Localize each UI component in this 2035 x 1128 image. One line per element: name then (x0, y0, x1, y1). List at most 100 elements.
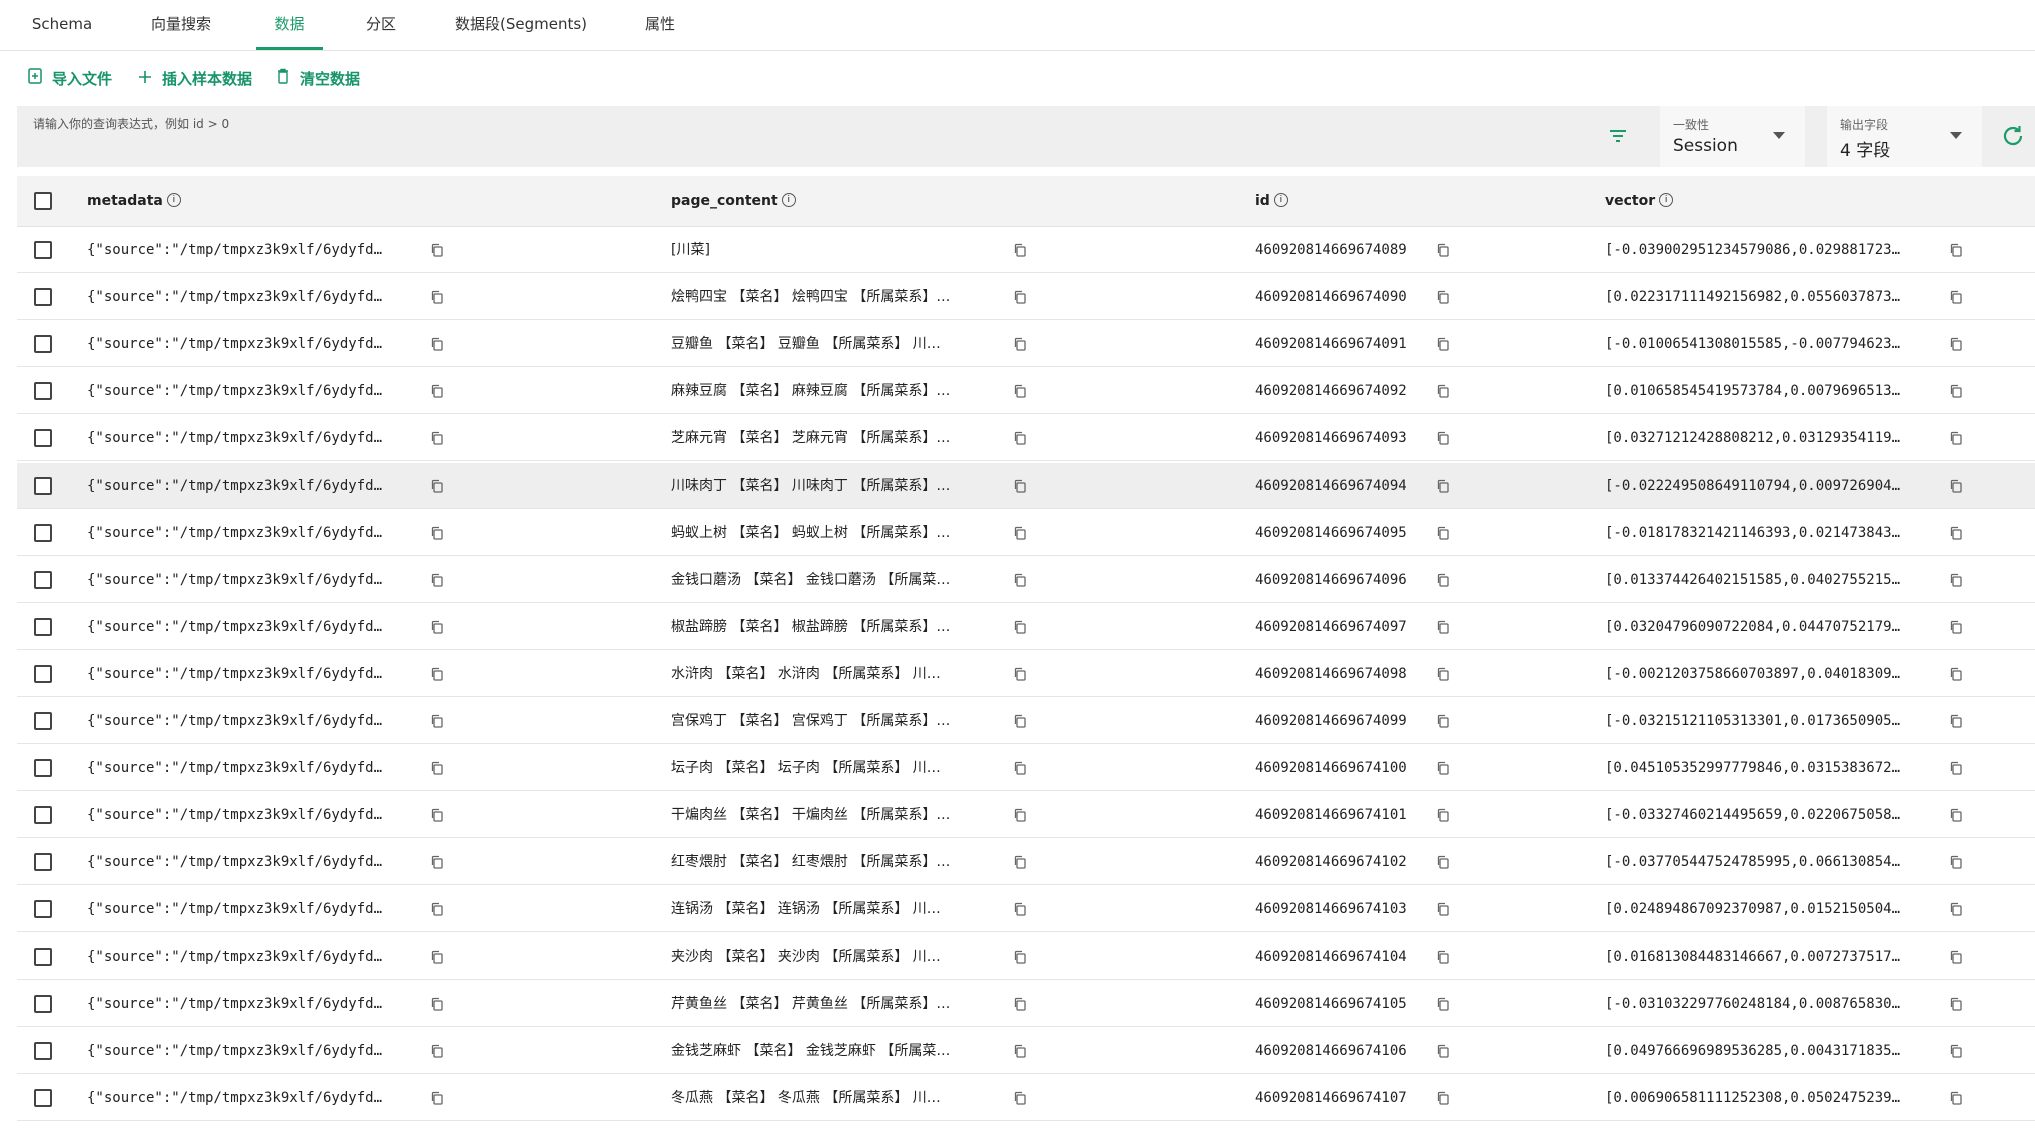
table-row[interactable]: {"source":"/tmp/tmpxz3k9xlf/6ydyfd… 芝麻元宵 … (17, 415, 2035, 461)
copy-icon[interactable] (1436, 713, 1452, 729)
row-checkbox[interactable] (34, 524, 52, 542)
table-row[interactable]: {"source":"/tmp/tmpxz3k9xlf/6ydyfd… 烩鸭四宝 … (17, 274, 2035, 320)
insert-sample-data-button[interactable]: 插入样本数据 (136, 67, 252, 91)
copy-icon[interactable] (1436, 807, 1452, 823)
copy-icon[interactable] (1949, 713, 1965, 729)
copy-icon[interactable] (1436, 666, 1452, 682)
copy-icon[interactable] (430, 478, 446, 494)
table-row[interactable]: {"source":"/tmp/tmpxz3k9xlf/6ydyfd… 豆瓣鱼 【… (17, 321, 2035, 367)
copy-icon[interactable] (1013, 525, 1029, 541)
copy-icon[interactable] (430, 666, 446, 682)
copy-icon[interactable] (1436, 289, 1452, 305)
row-checkbox[interactable] (34, 618, 52, 636)
copy-icon[interactable] (1949, 383, 1965, 399)
copy-icon[interactable] (1013, 854, 1029, 870)
copy-icon[interactable] (1013, 1043, 1029, 1059)
copy-icon[interactable] (1436, 383, 1452, 399)
column-header-page-content[interactable]: page_content i (671, 176, 796, 226)
copy-icon[interactable] (1436, 525, 1452, 541)
row-checkbox[interactable] (34, 1089, 52, 1107)
tab-vector-search[interactable]: 向量搜索 (140, 0, 222, 50)
row-checkbox[interactable] (34, 759, 52, 777)
copy-icon[interactable] (1013, 430, 1029, 446)
copy-icon[interactable] (1949, 807, 1965, 823)
row-checkbox[interactable] (34, 241, 52, 259)
copy-icon[interactable] (430, 949, 446, 965)
copy-icon[interactable] (430, 1090, 446, 1106)
copy-icon[interactable] (430, 289, 446, 305)
copy-icon[interactable] (1436, 760, 1452, 776)
table-row[interactable]: {"source":"/tmp/tmpxz3k9xlf/6ydyfd… 宫保鸡丁 … (17, 698, 2035, 744)
copy-icon[interactable] (430, 336, 446, 352)
row-checkbox[interactable] (34, 665, 52, 683)
row-checkbox[interactable] (34, 995, 52, 1013)
copy-icon[interactable] (1436, 996, 1452, 1012)
refresh-icon[interactable] (2000, 123, 2026, 149)
copy-icon[interactable] (1436, 1090, 1452, 1106)
copy-icon[interactable] (430, 1043, 446, 1059)
column-header-vector[interactable]: vector i (1605, 176, 1674, 226)
import-file-button[interactable]: 导入文件 (26, 67, 112, 91)
copy-icon[interactable] (1013, 336, 1029, 352)
copy-icon[interactable] (1013, 901, 1029, 917)
copy-icon[interactable] (1013, 949, 1029, 965)
copy-icon[interactable] (1013, 807, 1029, 823)
copy-icon[interactable] (1436, 1043, 1452, 1059)
copy-icon[interactable] (1949, 901, 1965, 917)
copy-icon[interactable] (1013, 289, 1029, 305)
clear-data-button[interactable]: 清空数据 (274, 67, 360, 91)
copy-icon[interactable] (1949, 336, 1965, 352)
table-row[interactable]: {"source":"/tmp/tmpxz3k9xlf/6ydyfd… 椒盐蹄膀 … (17, 604, 2035, 650)
copy-icon[interactable] (1949, 242, 1965, 258)
copy-icon[interactable] (1949, 1090, 1965, 1106)
table-row[interactable]: {"source":"/tmp/tmpxz3k9xlf/6ydyfd… 麻辣豆腐 … (17, 368, 2035, 414)
tab-data[interactable]: 数据 (256, 0, 323, 50)
copy-icon[interactable] (1949, 289, 1965, 305)
select-all-checkbox[interactable] (34, 192, 52, 210)
query-expression-input[interactable] (31, 112, 1595, 136)
copy-icon[interactable] (430, 713, 446, 729)
table-row[interactable]: {"source":"/tmp/tmpxz3k9xlf/6ydyfd… [川菜] 4… (17, 227, 2035, 273)
row-checkbox[interactable] (34, 571, 52, 589)
copy-icon[interactable] (1013, 619, 1029, 635)
row-checkbox[interactable] (34, 900, 52, 918)
row-checkbox[interactable] (34, 712, 52, 730)
row-checkbox[interactable] (34, 806, 52, 824)
copy-icon[interactable] (1013, 666, 1029, 682)
row-checkbox[interactable] (34, 382, 52, 400)
copy-icon[interactable] (430, 572, 446, 588)
copy-icon[interactable] (1949, 854, 1965, 870)
copy-icon[interactable] (1013, 383, 1029, 399)
column-header-id[interactable]: id i (1255, 176, 1288, 226)
copy-icon[interactable] (1013, 242, 1029, 258)
copy-icon[interactable] (1013, 478, 1029, 494)
copy-icon[interactable] (1013, 572, 1029, 588)
copy-icon[interactable] (1436, 478, 1452, 494)
row-checkbox[interactable] (34, 477, 52, 495)
copy-icon[interactable] (430, 901, 446, 917)
copy-icon[interactable] (1436, 949, 1452, 965)
table-row[interactable]: {"source":"/tmp/tmpxz3k9xlf/6ydyfd… 川味肉丁 … (17, 463, 2035, 509)
copy-icon[interactable] (1949, 949, 1965, 965)
table-row[interactable]: {"source":"/tmp/tmpxz3k9xlf/6ydyfd… 连锅汤 【… (17, 886, 2035, 932)
copy-icon[interactable] (1436, 242, 1452, 258)
copy-icon[interactable] (1949, 430, 1965, 446)
row-checkbox[interactable] (34, 429, 52, 447)
row-checkbox[interactable] (34, 948, 52, 966)
table-row[interactable]: {"source":"/tmp/tmpxz3k9xlf/6ydyfd… 冬瓜燕 【… (17, 1075, 2035, 1121)
table-row[interactable]: {"source":"/tmp/tmpxz3k9xlf/6ydyfd… 夹沙肉 【… (17, 934, 2035, 980)
row-checkbox[interactable] (34, 335, 52, 353)
row-checkbox[interactable] (34, 853, 52, 871)
copy-icon[interactable] (1436, 901, 1452, 917)
tab-partitions[interactable]: 分区 (355, 0, 407, 50)
copy-icon[interactable] (430, 242, 446, 258)
copy-icon[interactable] (430, 430, 446, 446)
copy-icon[interactable] (1949, 996, 1965, 1012)
output-fields-select[interactable]: 输出字段 4 字段 (1827, 106, 1982, 167)
copy-icon[interactable] (1013, 760, 1029, 776)
copy-icon[interactable] (430, 619, 446, 635)
table-row[interactable]: {"source":"/tmp/tmpxz3k9xlf/6ydyfd… 金钱芝麻虾… (17, 1028, 2035, 1074)
copy-icon[interactable] (430, 807, 446, 823)
consistency-select[interactable]: 一致性 Session (1660, 106, 1805, 167)
tab-schema[interactable]: Schema (24, 0, 100, 50)
